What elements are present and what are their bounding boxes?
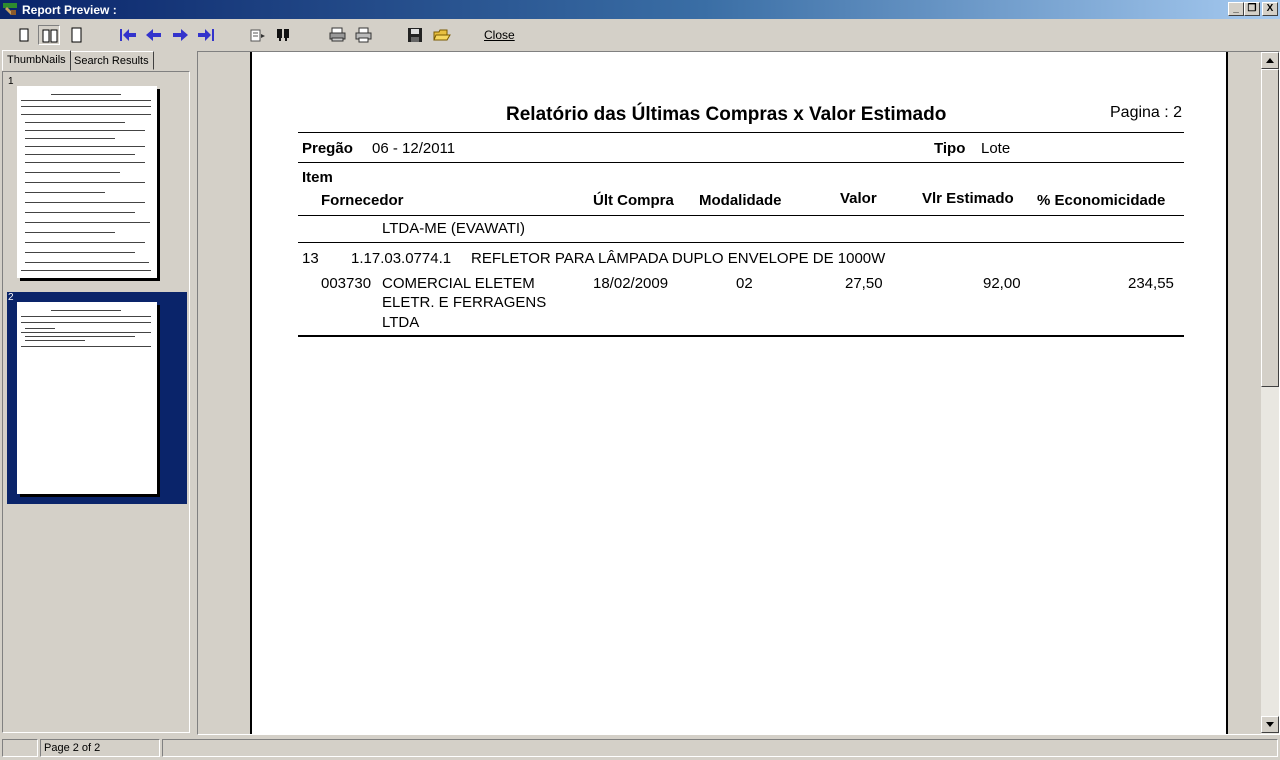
page-width-button[interactable] [66, 25, 88, 45]
col-header-valor: Valor [840, 190, 877, 207]
item-description: REFLETOR PARA LÂMPADA DUPLO ENVELOPE DE … [471, 250, 886, 267]
report-title: Relatório das Últimas Compras x Valor Es… [506, 104, 947, 125]
find-next-icon [277, 29, 289, 41]
supplier-name-line: LTDA [382, 314, 420, 331]
status-page-info: Page 2 of 2 [40, 739, 160, 757]
thumbnail-number: 2 [8, 292, 14, 303]
report-viewer[interactable]: Relatório das Últimas Compras x Valor Es… [197, 51, 1280, 735]
column-header-rule [298, 215, 1184, 216]
pregao-rule [298, 162, 1184, 163]
pregao-value: 06 - 12/2011 [372, 140, 456, 157]
tipo-value: Lote [981, 140, 1011, 157]
item-number: 13 [302, 250, 319, 267]
tipo-label: Tipo [934, 140, 966, 157]
print-button[interactable] [352, 25, 374, 45]
thumbnail-panel: ThumbNails Search Results 1 2 [0, 50, 196, 735]
arrow-up-icon [1266, 58, 1274, 63]
scroll-thumb[interactable] [1261, 69, 1279, 387]
first-page-icon [120, 29, 136, 41]
two-pages-icon [42, 29, 58, 43]
find-next-button[interactable] [272, 25, 294, 45]
window-title: Report Preview : [22, 3, 117, 17]
thumbnail-page-image [17, 302, 157, 494]
next-page-button[interactable] [168, 25, 190, 45]
app-icon [3, 3, 17, 15]
open-button[interactable] [430, 25, 452, 45]
single-page-icon [19, 28, 29, 42]
save-button[interactable] [404, 25, 426, 45]
carryover-rule [298, 242, 1184, 243]
toolbar: Close [0, 19, 1280, 51]
single-page-button[interactable] [14, 25, 36, 45]
item-code: 1.17.03.0774.1 [351, 250, 452, 267]
vlr-estimado-value: 92,00 [983, 275, 1021, 292]
open-icon [433, 29, 451, 41]
header-rule [298, 132, 1184, 133]
supplier-code: 003730 [321, 275, 372, 292]
print-icon [355, 27, 372, 43]
two-pages-button[interactable] [38, 25, 60, 45]
thumbnail-number: 1 [8, 76, 14, 87]
col-header-vlr-estimado: Vlr Estimado [922, 190, 1014, 207]
last-page-button[interactable] [194, 25, 216, 45]
next-page-icon [173, 29, 188, 41]
scroll-down-button[interactable] [1261, 716, 1279, 733]
supplier-name-line: ELETR. E FERRAGENS [382, 294, 547, 311]
report-page: Relatório das Últimas Compras x Valor Es… [250, 52, 1228, 734]
pregao-label: Pregão [302, 140, 353, 157]
print-setup-icon [329, 27, 346, 42]
title-bar: Report Preview : _ ❐ X [0, 0, 1280, 19]
close-label: Close [484, 28, 515, 42]
save-icon [408, 28, 422, 42]
modalidade-value: 02 [736, 275, 753, 292]
page-label: Pagina : 2 [1110, 104, 1183, 121]
col-header-fornecedor: Fornecedor [321, 192, 404, 209]
close-button[interactable]: Close [484, 28, 515, 42]
col-header-modalidade: Modalidade [699, 192, 782, 209]
tab-search-results[interactable]: Search Results [69, 51, 154, 70]
close-window-button[interactable]: X [1262, 2, 1278, 16]
carryover-text: LTDA-ME (EVAWATI) [382, 220, 526, 237]
restore-button[interactable]: ❐ [1244, 2, 1260, 16]
prev-page-icon [146, 29, 161, 41]
ult-compra-value: 18/02/2009 [593, 275, 669, 292]
last-page-icon [198, 29, 214, 41]
tab-thumbnails[interactable]: ThumbNails [2, 50, 71, 71]
status-panel-empty [2, 739, 38, 757]
print-setup-button[interactable] [326, 25, 348, 45]
prev-page-button[interactable] [142, 25, 164, 45]
first-page-button[interactable] [116, 25, 138, 45]
item-rule [298, 335, 1184, 337]
col-header-economicidade: % Economicidade [1037, 192, 1166, 209]
thumbnail-list[interactable]: 1 2 [2, 71, 190, 733]
status-panel-main [162, 739, 1278, 757]
supplier-name-line: COMERCIAL ELETEM [382, 275, 535, 292]
find-button[interactable] [246, 25, 268, 45]
scroll-up-button[interactable] [1261, 52, 1279, 69]
vertical-scrollbar[interactable] [1261, 52, 1279, 734]
col-header-ult-compra: Últ Compra [593, 192, 674, 209]
status-bar: Page 2 of 2 [0, 736, 1280, 760]
thumbnail-page-image [17, 86, 157, 278]
minimize-button[interactable]: _ [1228, 2, 1244, 16]
page-width-icon [71, 27, 82, 43]
valor-value: 27,50 [845, 275, 883, 292]
thumbnail-page-2[interactable]: 2 [7, 292, 187, 504]
col-header-item: Item [302, 169, 333, 186]
thumbnail-page-1[interactable]: 1 [7, 76, 187, 284]
economicidade-value: 234,55 [1128, 275, 1174, 292]
find-icon [250, 29, 265, 42]
arrow-down-icon [1266, 722, 1274, 727]
